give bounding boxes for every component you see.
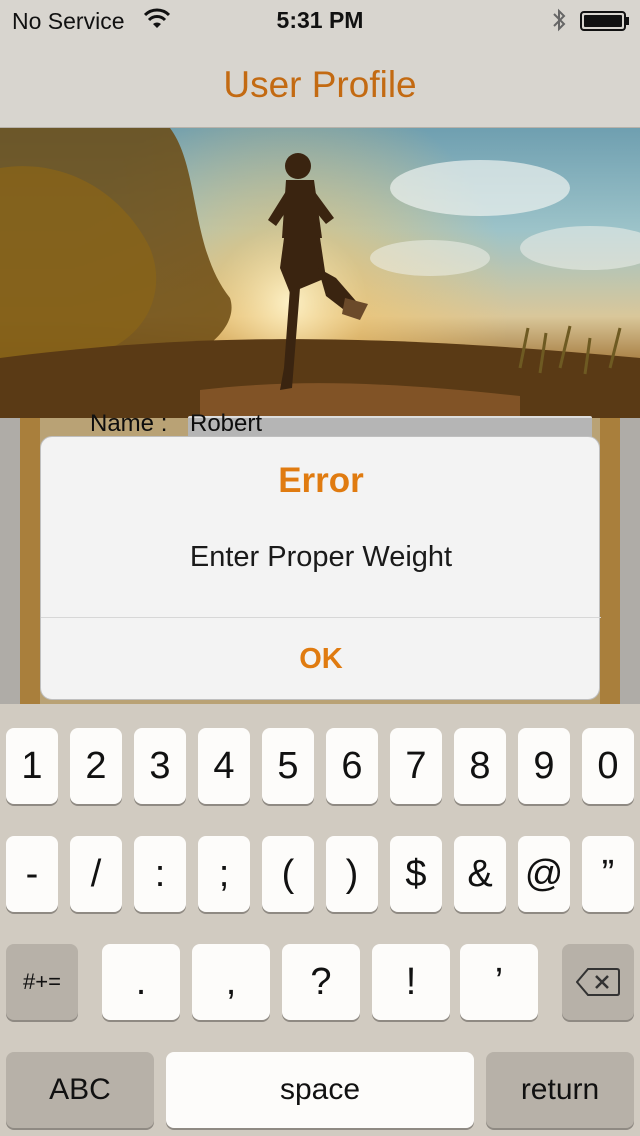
key-label: 9 <box>533 744 555 787</box>
key-quote[interactable]: ” <box>582 836 634 912</box>
key-label: ) <box>345 852 359 895</box>
key-label: 4 <box>213 744 235 787</box>
numeric-keyboard: 1 2 3 4 5 6 7 8 9 0 - / : ; ( ) $ & @ ” … <box>0 704 640 1136</box>
key-colon[interactable]: : <box>134 836 186 912</box>
key-label: - <box>25 852 39 895</box>
key-6[interactable]: 6 <box>326 728 378 804</box>
key-label: ( <box>281 852 295 895</box>
key-4[interactable]: 4 <box>198 728 250 804</box>
key-label: ! <box>405 960 417 1003</box>
status-bar: No Service 5:31 PM <box>0 0 640 40</box>
key-8[interactable]: 8 <box>454 728 506 804</box>
key-5[interactable]: 5 <box>262 728 314 804</box>
error-alert-dialog: Error Enter Proper Weight OK <box>40 436 601 700</box>
key-hyphen[interactable]: - <box>6 836 58 912</box>
key-label: ? <box>310 960 332 1003</box>
key-at[interactable]: @ <box>518 836 570 912</box>
key-ampersand[interactable]: & <box>454 836 506 912</box>
key-label: #+= <box>23 969 61 994</box>
key-label: / <box>90 852 102 895</box>
ok-button[interactable]: OK <box>41 618 601 700</box>
clock: 5:31 PM <box>276 7 364 33</box>
key-space[interactable]: space <box>166 1052 474 1128</box>
key-period[interactable]: . <box>102 944 180 1020</box>
key-more-symbols[interactable]: #+= <box>6 944 78 1020</box>
key-return[interactable]: return <box>486 1052 634 1128</box>
navigation-bar: User Profile <box>0 40 640 128</box>
key-label: @ <box>524 852 564 895</box>
key-label: 3 <box>149 744 171 787</box>
key-label: 6 <box>341 744 363 787</box>
key-label: 2 <box>85 744 107 787</box>
key-label: ’ <box>494 960 504 1003</box>
key-abc[interactable]: ABC <box>6 1052 154 1128</box>
bluetooth-icon <box>553 8 566 32</box>
key-question[interactable]: ? <box>282 944 360 1020</box>
key-label: $ <box>405 852 427 895</box>
key-label: ; <box>218 852 230 895</box>
key-label: 7 <box>405 744 427 787</box>
key-close-paren[interactable]: ) <box>326 836 378 912</box>
key-label: 1 <box>21 744 43 787</box>
key-0[interactable]: 0 <box>582 728 634 804</box>
page-title: User Profile <box>223 64 417 105</box>
key-label: , <box>225 960 237 1003</box>
key-comma[interactable]: , <box>192 944 270 1020</box>
key-label: ABC <box>49 1073 111 1106</box>
alert-title: Error <box>278 461 364 500</box>
alert-message: Enter Proper Weight <box>189 541 453 573</box>
battery-icon <box>580 11 629 31</box>
key-label: return <box>520 1073 600 1106</box>
key-semicolon[interactable]: ; <box>198 836 250 912</box>
hero-image <box>0 128 640 418</box>
key-apostrophe[interactable]: ’ <box>460 944 538 1020</box>
key-label: & <box>467 852 493 895</box>
key-label: 5 <box>277 744 299 787</box>
key-slash[interactable]: / <box>70 836 122 912</box>
key-exclamation[interactable]: ! <box>372 944 450 1020</box>
key-label: space <box>279 1073 361 1106</box>
key-label: : <box>154 852 166 895</box>
key-label: 0 <box>597 744 619 787</box>
backspace-icon <box>576 968 620 996</box>
key-2[interactable]: 2 <box>70 728 122 804</box>
key-label: 8 <box>469 744 491 787</box>
key-open-paren[interactable]: ( <box>262 836 314 912</box>
key-dollar[interactable]: $ <box>390 836 442 912</box>
key-3[interactable]: 3 <box>134 728 186 804</box>
key-7[interactable]: 7 <box>390 728 442 804</box>
key-label: . <box>135 960 147 1003</box>
key-backspace[interactable] <box>562 944 634 1020</box>
key-9[interactable]: 9 <box>518 728 570 804</box>
key-1[interactable]: 1 <box>6 728 58 804</box>
key-label: ” <box>601 852 615 895</box>
